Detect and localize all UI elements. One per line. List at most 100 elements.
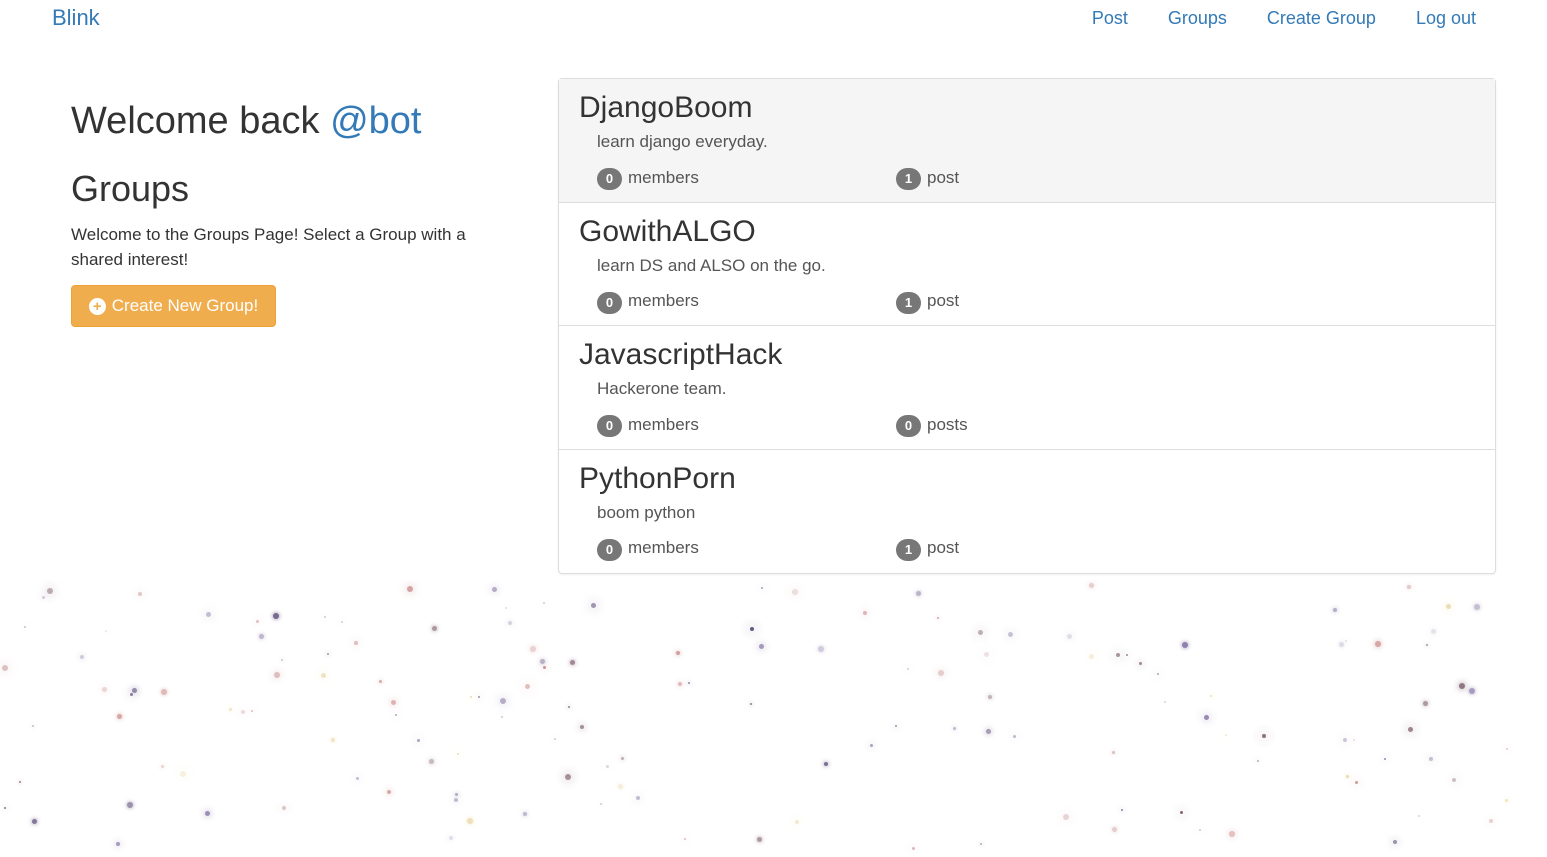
particle-dot bbox=[341, 621, 343, 623]
members-label: members bbox=[628, 414, 699, 434]
particle-dot bbox=[676, 651, 680, 655]
posts-badge: 1 bbox=[896, 168, 921, 190]
particle-dot bbox=[1164, 701, 1166, 703]
group-item-djangoboom[interactable]: DjangoBoom learn django everyday. 0 memb… bbox=[559, 79, 1495, 203]
particle-dot bbox=[1333, 608, 1337, 612]
particle-dot bbox=[1112, 751, 1115, 754]
particle-dot bbox=[1355, 781, 1358, 784]
particle-dot bbox=[130, 693, 133, 696]
posts-stat: 1 post bbox=[896, 536, 959, 561]
group-name: DjangoBoom bbox=[579, 91, 753, 124]
particle-dot bbox=[1008, 632, 1013, 637]
particle-dot bbox=[161, 765, 164, 768]
posts-badge: 0 bbox=[896, 415, 921, 437]
posts-stat: 0 posts bbox=[896, 412, 968, 437]
particle-dot bbox=[492, 587, 497, 592]
particle-dot bbox=[543, 666, 546, 669]
particle-dot bbox=[391, 700, 396, 705]
members-label: members bbox=[628, 538, 699, 557]
particle-dot bbox=[953, 727, 956, 730]
particle-dot bbox=[984, 652, 989, 657]
members-badge: 0 bbox=[597, 291, 622, 314]
posts-label: post bbox=[927, 167, 960, 187]
brand-link[interactable]: Blink bbox=[52, 5, 100, 31]
particle-dot bbox=[916, 591, 921, 596]
particle-dot bbox=[1452, 778, 1456, 782]
nav-post-link[interactable]: Post bbox=[1072, 8, 1148, 29]
nav-groups-link[interactable]: Groups bbox=[1148, 8, 1247, 29]
particle-dot bbox=[1262, 734, 1266, 738]
particle-dot bbox=[324, 616, 326, 618]
particle-dot bbox=[570, 660, 575, 665]
particle-dot bbox=[259, 634, 264, 639]
particle-dot bbox=[457, 753, 459, 755]
particle-dot bbox=[1346, 775, 1349, 778]
group-description: learn DS and ALSO on the go. bbox=[597, 255, 826, 275]
particle-dot bbox=[80, 655, 84, 659]
particle-dot bbox=[274, 672, 280, 678]
particle-dot bbox=[161, 689, 167, 695]
particle-dot bbox=[600, 803, 602, 805]
particle-dot bbox=[1257, 760, 1259, 762]
particle-dot bbox=[1182, 642, 1188, 648]
particle-dot bbox=[543, 602, 545, 604]
particle-dot bbox=[138, 592, 142, 596]
particle-dot bbox=[937, 617, 939, 619]
group-item-javascripthack[interactable]: JavascriptHack Hackerone team. 0 members… bbox=[559, 326, 1495, 450]
particle-dot bbox=[980, 843, 982, 845]
particle-dot bbox=[618, 784, 623, 789]
particle-dot bbox=[432, 626, 437, 631]
welcome-heading: Welcome back @bot bbox=[71, 100, 421, 143]
particle-dot bbox=[256, 620, 259, 623]
particle-dot bbox=[1063, 814, 1069, 820]
members-badge: 0 bbox=[597, 415, 622, 437]
particle-dot bbox=[281, 659, 283, 661]
particle-dot bbox=[565, 774, 571, 780]
particle-dot bbox=[1506, 748, 1508, 750]
nav-logout-link[interactable]: Log out bbox=[1396, 8, 1476, 29]
particle-dot bbox=[750, 703, 752, 705]
particle-dot bbox=[591, 603, 596, 608]
particle-dot bbox=[818, 646, 824, 652]
group-item-pythonporn[interactable]: PythonPorn boom python 0 members 1 post bbox=[559, 450, 1495, 574]
particle-dot bbox=[525, 684, 530, 689]
particle-dot bbox=[523, 812, 527, 816]
particle-dot bbox=[530, 646, 536, 652]
particle-dot bbox=[206, 612, 211, 617]
username: @bot bbox=[330, 100, 422, 142]
particle-dot bbox=[508, 621, 512, 625]
particle-dot bbox=[467, 818, 473, 824]
posts-label: post bbox=[927, 538, 960, 557]
particle-dot bbox=[580, 725, 584, 729]
create-new-group-button[interactable]: + Create New Group! bbox=[71, 285, 276, 327]
particle-dot bbox=[978, 630, 983, 635]
particle-dot bbox=[1469, 688, 1475, 694]
particle-dot bbox=[417, 739, 420, 742]
particle-dot bbox=[938, 670, 944, 676]
nav-create-group-link[interactable]: Create Group bbox=[1247, 8, 1396, 29]
groups-heading: Groups bbox=[71, 168, 190, 209]
group-item-gowithalgo[interactable]: GowithALGO learn DS and ALSO on the go. … bbox=[559, 203, 1495, 326]
particle-dot bbox=[331, 738, 335, 742]
particle-dot bbox=[379, 680, 382, 683]
group-description: learn django everyday. bbox=[597, 132, 768, 151]
particle-dot bbox=[429, 759, 434, 764]
welcome-prefix: Welcome back bbox=[71, 100, 320, 142]
particle-dot bbox=[1013, 735, 1016, 738]
particle-dot bbox=[986, 729, 991, 734]
particle-dot bbox=[229, 708, 232, 711]
particle-dot bbox=[636, 796, 640, 800]
particle-dot bbox=[395, 714, 397, 716]
particle-dot bbox=[606, 765, 609, 768]
groups-intro-text: Welcome to the Groups Page! Select a Gro… bbox=[71, 225, 466, 269]
posts-badge: 1 bbox=[896, 291, 921, 314]
particle-dot bbox=[621, 757, 624, 760]
particle-dot bbox=[863, 611, 867, 615]
particle-dot bbox=[1343, 738, 1347, 742]
members-stat: 0 members bbox=[597, 165, 699, 190]
particle-dot bbox=[1157, 673, 1159, 675]
particle-dot bbox=[449, 836, 453, 840]
particle-dot bbox=[327, 653, 329, 655]
particle-dot bbox=[907, 668, 909, 670]
posts-stat: 1 post bbox=[896, 165, 959, 190]
